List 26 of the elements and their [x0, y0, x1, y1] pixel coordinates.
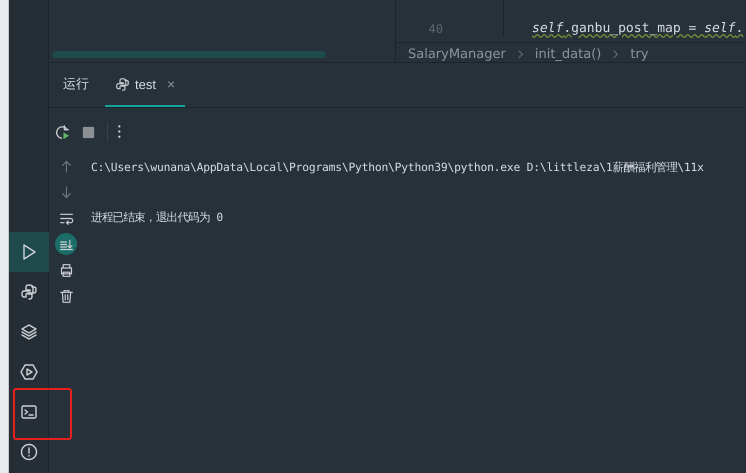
tab[interactable]: 运行 — [53, 63, 99, 107]
trash-icon — [58, 288, 74, 304]
scrollbar-thumb[interactable] — [52, 51, 326, 58]
warning-icon — [20, 443, 38, 461]
scroll-end-button[interactable] — [55, 233, 77, 255]
chevron-icon — [613, 50, 618, 59]
close-icon[interactable]: × — [166, 76, 176, 92]
rerun-icon — [54, 124, 71, 140]
terminal-icon — [20, 403, 38, 421]
tool-window-button[interactable] — [9, 232, 49, 272]
layers-icon — [20, 323, 38, 341]
code-line: self.ganbu_post_map = self. — [532, 21, 744, 36]
more-icon — [118, 125, 121, 139]
python-icon — [115, 76, 130, 92]
more-button[interactable] — [118, 125, 121, 139]
console-line: C:\Users\wunana\AppData\Local\Programs\Python\Python39\python.exe D:\littleza\1薪酬福利管理\11x — [91, 160, 704, 176]
breadcrumb-item[interactable]: try — [630, 47, 649, 62]
python-icon — [20, 283, 38, 301]
printer-icon — [58, 262, 74, 278]
breadcrumb-item[interactable]: init_data() — [534, 47, 602, 62]
tab[interactable]: test × — [105, 63, 186, 107]
rerun-button[interactable] — [54, 124, 71, 140]
console-line: 进程已结束，退出代码为 0 — [91, 210, 224, 226]
chevron-icon — [518, 50, 523, 59]
hexagon-play-icon — [20, 363, 38, 381]
breadcrumb-item[interactable]: SalaryManager — [408, 47, 506, 62]
